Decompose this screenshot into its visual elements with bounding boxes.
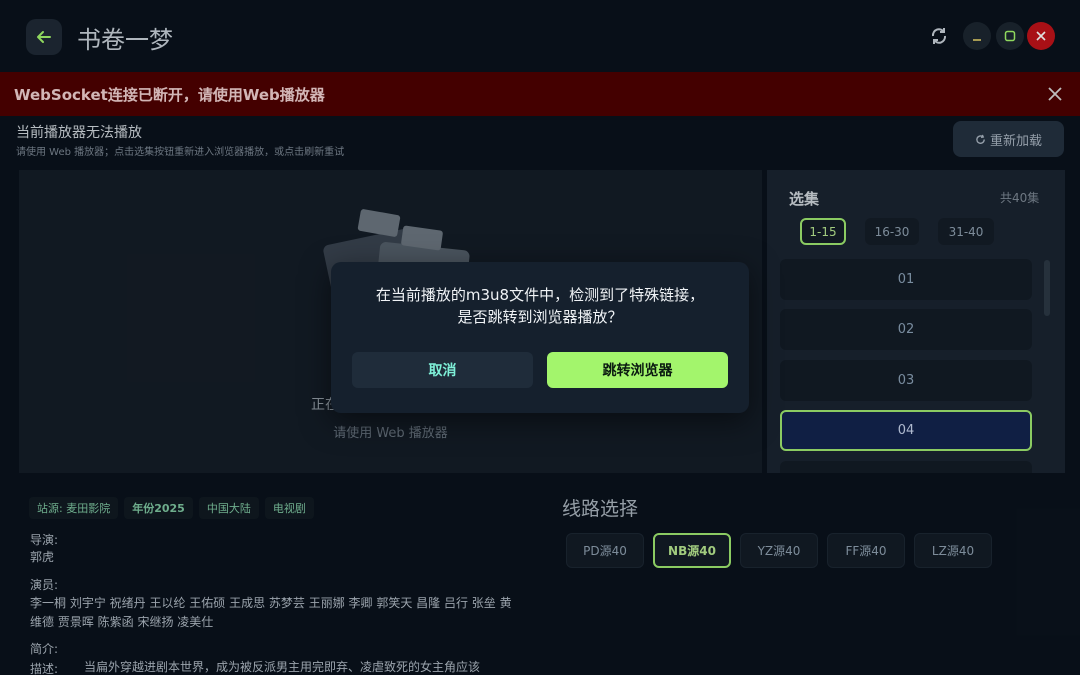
dialog-message-line2: 是否跳转到浏览器播放？ [457,308,623,326]
dialog-message: 在当前播放的m3u8文件中，检测到了特殊链接， 是否跳转到浏览器播放？ [331,284,749,328]
dialog-message-line1: 在当前播放的m3u8文件中，检测到了特殊链接， [375,286,705,304]
redirect-dialog: 在当前播放的m3u8文件中，检测到了特殊链接， 是否跳转到浏览器播放？ 取消 跳… [331,262,749,413]
dialog-cancel-button[interactable]: 取消 [352,352,533,388]
dialog-open-browser-button[interactable]: 跳转浏览器 [547,352,728,388]
